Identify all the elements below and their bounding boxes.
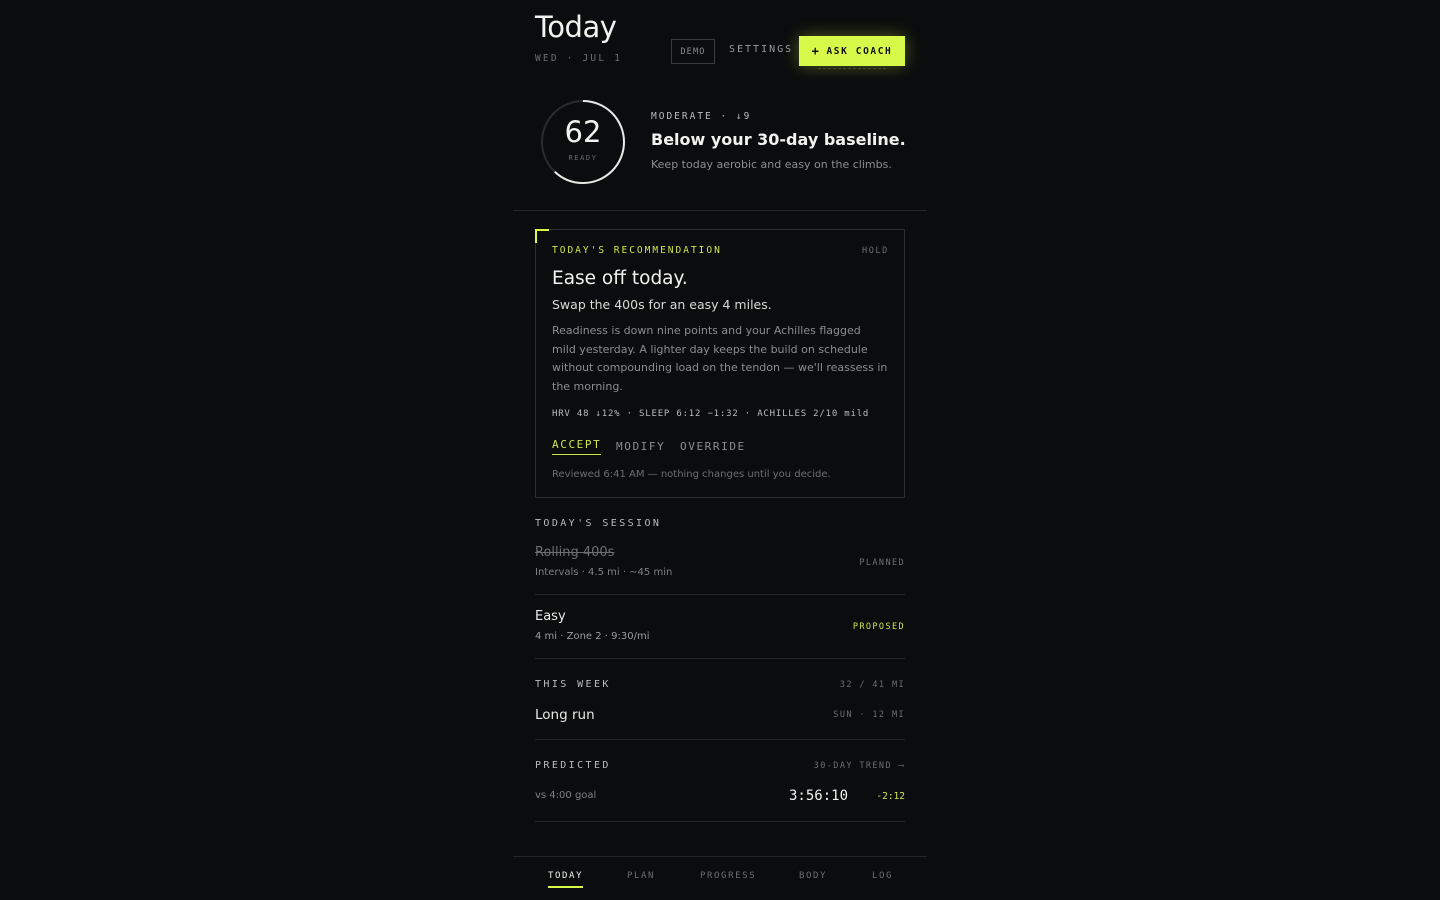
modify-button[interactable]: MODIFY	[616, 440, 665, 453]
reviewed-note: Reviewed 6:41 AM — nothing changes until…	[552, 469, 831, 480]
readiness-score: 62	[564, 115, 602, 149]
recommendation-status: HOLD	[862, 246, 889, 256]
planned-session-title[interactable]: Rolling 400s	[535, 545, 614, 560]
card-corner-accent	[535, 229, 549, 243]
planned-tag: PLANNED	[859, 558, 905, 568]
row-divider	[535, 739, 905, 740]
proposed-session-title[interactable]: Easy	[535, 609, 566, 624]
goal-label: vs 4:00 goal	[535, 790, 597, 801]
readiness-score-label: READY	[568, 154, 598, 162]
page-title: Today	[535, 10, 617, 44]
long-run-title[interactable]: Long run	[535, 707, 595, 723]
ask-coach-button[interactable]: + ASK COACH	[799, 36, 905, 66]
nav-item-body[interactable]: BODY	[799, 871, 827, 881]
session-label: TODAY'S SESSION	[535, 518, 662, 529]
predicted-delta: -2:12	[876, 791, 905, 802]
row-divider	[535, 821, 905, 822]
app-column: Today WED · JUL 1 DEMO SETTINGS + ASK CO…	[513, 0, 927, 900]
recommendation-subtitle: Swap the 400s for an easy 4 miles.	[552, 297, 772, 312]
settings-link[interactable]: SETTINGS	[729, 44, 793, 55]
readiness-subline: Keep today aerobic and easy on the climb…	[651, 158, 892, 171]
recommendation-body: Readiness is down nine points and your A…	[552, 324, 888, 393]
ask-coach-label: ASK COACH	[826, 45, 893, 57]
recommendation-metrics: HRV 48 ↓12% · SLEEP 6:12 −1:32 · ACHILLE…	[552, 409, 870, 419]
readiness-headline: Below your 30-day baseline.	[651, 130, 906, 149]
ask-coach-underline	[818, 68, 886, 69]
readiness-status: MODERATE · ↓9	[651, 111, 752, 122]
nav-item-today[interactable]: TODAY	[548, 871, 584, 888]
demo-badge[interactable]: DEMO	[671, 39, 715, 64]
trend-link[interactable]: 30-DAY TREND ⟶	[814, 761, 905, 771]
accept-button[interactable]: ACCEPT	[552, 438, 602, 455]
predicted-label: PREDICTED	[535, 760, 611, 771]
recommendation-label: TODAY'S RECOMMENDATION	[552, 245, 722, 256]
date-label: WED · JUL 1	[535, 53, 623, 64]
recommendation-title: Ease off today.	[552, 268, 688, 289]
proposed-session-detail: 4 mi · Zone 2 · 9:30/mi	[535, 631, 650, 642]
row-divider	[535, 594, 905, 595]
long-run-detail: SUN · 12 MI	[833, 710, 905, 720]
predicted-time: 3:56:10	[789, 788, 849, 804]
week-label: THIS WEEK	[535, 679, 611, 690]
planned-session-detail: Intervals · 4.5 mi · ~45 min	[535, 567, 673, 578]
nav-item-log[interactable]: LOG	[872, 871, 893, 881]
nav-item-plan[interactable]: PLAN	[627, 871, 655, 881]
nav-item-progress[interactable]: PROGRESS	[700, 871, 756, 881]
plus-icon: +	[811, 44, 821, 58]
bottom-nav: TODAY PLAN PROGRESS BODY LOG	[513, 856, 927, 900]
section-divider	[513, 210, 927, 211]
row-divider	[535, 658, 905, 659]
week-mileage: 32 / 41 MI	[839, 680, 905, 690]
override-button[interactable]: OVERRIDE	[680, 440, 746, 453]
proposed-tag: PROPOSED	[852, 622, 905, 632]
